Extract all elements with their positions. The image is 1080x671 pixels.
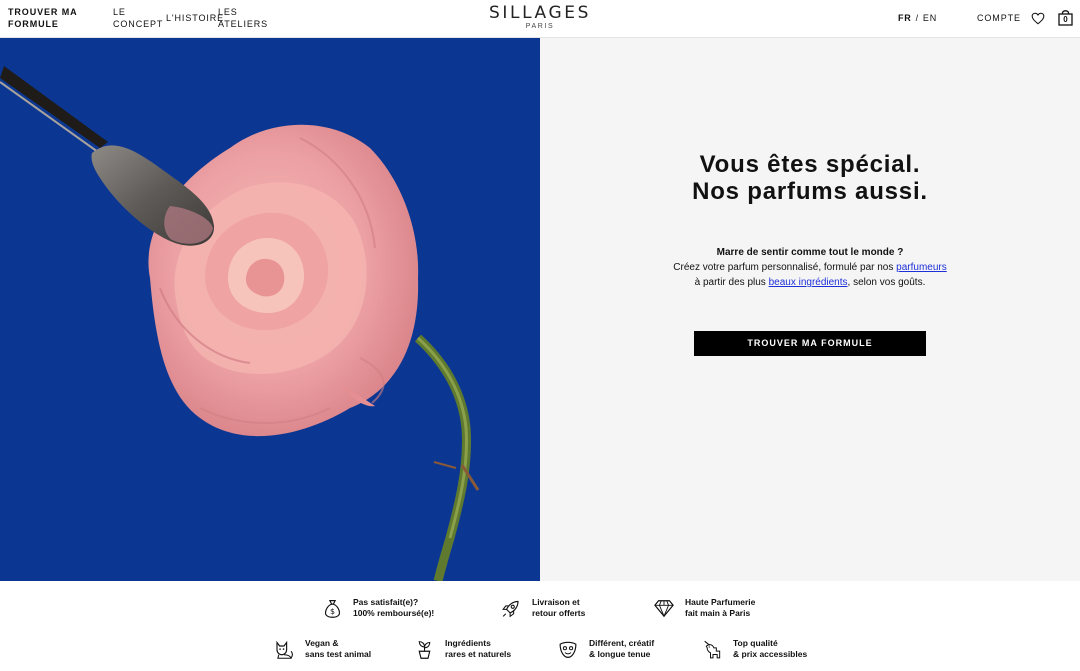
svg-text:$: $: [330, 607, 335, 616]
feature-haute-parfumerie-line-1: Haute Parfumerie: [685, 597, 756, 607]
feature-delivery-line-1: Livraison et: [532, 597, 580, 607]
hero-description-line-2: Créez votre parfum personnalisé, formulé…: [673, 262, 897, 273]
feature-refund-line-2: 100% remboursé(e)!: [353, 608, 435, 618]
top-nav-bar: TROUVER MA FORMULE LE CONCEPT L'HISTOIRE…: [0, 0, 1080, 38]
hero-description-line-3-end: , selon vos goûts.: [847, 277, 926, 288]
feature-delivery: Livraison et retour offerts: [500, 597, 585, 619]
account-link[interactable]: COMPTE: [977, 13, 1021, 23]
lang-en-link[interactable]: EN: [923, 13, 937, 23]
shopping-bag-icon[interactable]: 0: [1058, 10, 1073, 26]
hero-title-line-1: Vous êtes spécial.: [699, 151, 921, 178]
plant-icon: [418, 640, 431, 659]
lang-fr-link[interactable]: FR: [898, 13, 912, 23]
feature-haute-parfumerie-line-2: fait main à Paris: [685, 608, 751, 618]
feature-vegan-line-1: Vegan &: [305, 638, 339, 648]
feature-refund-line-1: Pas satisfait(e)?: [353, 597, 419, 607]
site-logo[interactable]: SILLAGES PARIS: [470, 4, 610, 31]
feature-vegan-line-2: sans test animal: [305, 649, 372, 659]
rocket-icon: [502, 600, 519, 617]
hero-description-line-3: à partir des plus: [694, 277, 769, 288]
lang-separator: /: [915, 13, 919, 23]
nav-les-ateliers[interactable]: LES ATELIERS: [218, 6, 267, 30]
hero-description: Marre de sentir comme tout le monde ? Cr…: [540, 245, 1080, 290]
feature-vegan: Vegan & sans test animal: [273, 638, 371, 660]
nav-l-histoire[interactable]: L'HISTOIRE: [166, 12, 223, 24]
feature-quality-line-2: & prix accessibles: [733, 649, 808, 659]
feature-ingredients-line-2: rares et naturels: [445, 649, 512, 659]
hero-rose-image: [0, 38, 540, 581]
cart-count-badge: 0: [1063, 15, 1068, 24]
features-strip: $ Pas satisfait(e)? 100% remboursé(e)! L…: [0, 581, 1080, 671]
hero-title-line-2: Nos parfums aussi.: [692, 178, 928, 205]
nav-le-concept[interactable]: LE CONCEPT: [113, 6, 163, 30]
feature-creative: Différent, créatif & longue tenue: [557, 638, 654, 660]
feature-refund: $ Pas satisfait(e)? 100% remboursé(e)!: [322, 597, 434, 619]
money-bag-icon: $: [324, 599, 341, 618]
feature-quality-line-1: Top qualité: [733, 638, 778, 648]
trouver-ma-formule-button[interactable]: TROUVER MA FORMULE: [694, 331, 926, 356]
hero-text-panel: Vous êtes spécial. Nos parfums aussi. Ma…: [540, 38, 1080, 581]
beaux-ingredients-link[interactable]: beaux ingrédients: [769, 277, 848, 288]
mask-icon: [559, 641, 577, 658]
hero-description-line-1: Marre de sentir comme tout le monde ?: [716, 247, 904, 258]
heart-icon[interactable]: [1031, 12, 1045, 25]
language-switcher: FR / EN: [898, 13, 937, 23]
nav-trouver-ma-formule[interactable]: TROUVER MA FORMULE: [8, 6, 88, 30]
feature-creative-line-2: & longue tenue: [589, 649, 651, 659]
feature-quality: Top qualité & prix accessibles: [703, 638, 807, 660]
diamond-icon: [654, 600, 674, 618]
logo-subtitle: PARIS: [525, 23, 555, 30]
logo-wordmark: SILLAGES: [489, 3, 591, 23]
unicorn-icon: [704, 640, 721, 658]
feature-ingredients: Ingrédients rares et naturels: [414, 638, 511, 660]
feature-delivery-line-2: retour offerts: [532, 608, 586, 618]
feature-haute-parfumerie: Haute Parfumerie fait main à Paris: [653, 597, 755, 619]
feature-ingredients-line-1: Ingrédients: [445, 638, 491, 648]
parfumeurs-link[interactable]: parfumeurs: [896, 262, 947, 273]
cat-icon: [276, 640, 293, 659]
hero-title: Vous êtes spécial. Nos parfums aussi.: [540, 151, 1080, 205]
feature-creative-line-1: Différent, créatif: [589, 638, 655, 648]
